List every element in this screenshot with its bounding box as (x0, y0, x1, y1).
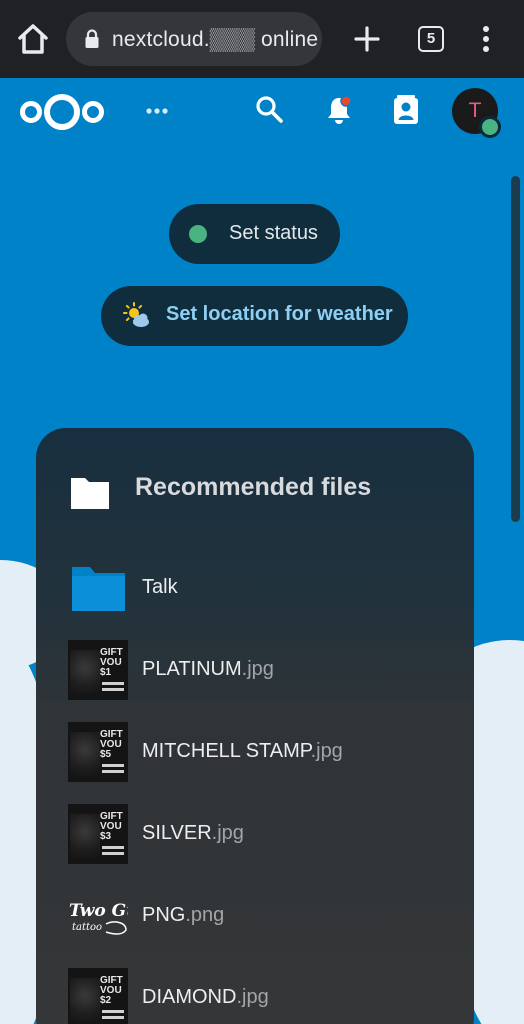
set-status-label: Set status (229, 222, 318, 244)
file-name: DIAMOND.jpg (142, 986, 269, 1008)
address-bar[interactable]: nextcloud.▒▒▒ online (66, 12, 322, 66)
file-thumbnail: Two Gun tattoo (69, 901, 128, 935)
partly-sunny-icon (123, 302, 149, 327)
file-row-diamond[interactable]: GIFT VOU $2 DIAMOND.jpg (68, 968, 468, 1024)
recommended-files-panel: Recommended files Talk GIFT VOU $1 PLATINU… (36, 428, 474, 1024)
file-name: MITCHELL STAMP.jpg (142, 740, 343, 762)
file-row-png[interactable]: Two Gun tattoo PNG.png (68, 886, 468, 948)
page-scrollbar[interactable] (511, 176, 520, 522)
set-weather-location-label: Set location for weather (166, 303, 393, 325)
more-apps-icon[interactable] (140, 96, 174, 126)
tab-switcher-button[interactable]: 5 (418, 26, 444, 52)
file-thumbnail: GIFT VOU $1 (68, 640, 128, 700)
file-row-mitchell-stamp[interactable]: GIFT VOU $5 MITCHELL STAMP.jpg (68, 722, 468, 784)
recommended-files-title: Recommended files (135, 473, 372, 501)
more-vert-icon[interactable] (474, 22, 498, 56)
home-icon[interactable] (14, 20, 52, 58)
file-thumbnail: GIFT VOU $2 (68, 968, 128, 1024)
file-name: PLATINUM.jpg (142, 658, 274, 680)
file-row-platinum[interactable]: GIFT VOU $1 PLATINUM.jpg (68, 640, 468, 702)
app-header: T (0, 78, 524, 144)
folder-icon (71, 478, 109, 509)
search-icon[interactable] (254, 94, 284, 124)
status-dot-icon (189, 225, 207, 243)
svg-text:Two Gun: Two Gun (69, 901, 128, 921)
set-status-button[interactable]: Set status (169, 204, 340, 264)
file-row-talk[interactable]: Talk (68, 558, 468, 620)
online-status-indicator (479, 116, 501, 138)
folder-icon (72, 567, 125, 611)
file-thumbnail: GIFT VOU $3 (68, 804, 128, 864)
notifications-icon[interactable] (324, 94, 354, 126)
new-tab-icon[interactable] (350, 22, 384, 56)
file-row-silver[interactable]: GIFT VOU $3 SILVER.jpg (68, 804, 468, 866)
nextcloud-logo[interactable] (18, 90, 106, 134)
set-weather-location-button[interactable]: Set location for weather (101, 286, 408, 346)
file-name: Talk (142, 576, 178, 598)
browser-toolbar: nextcloud.▒▒▒ online 5 (0, 0, 524, 78)
file-name: SILVER.jpg (142, 822, 244, 844)
svg-text:tattoo: tattoo (72, 922, 102, 933)
contacts-icon[interactable] (392, 94, 420, 126)
file-name: PNG.png (142, 904, 225, 926)
file-thumbnail: GIFT VOU $5 (68, 722, 128, 782)
lock-icon[interactable] (84, 29, 100, 49)
url-text[interactable]: nextcloud.▒▒▒ online (112, 28, 318, 52)
